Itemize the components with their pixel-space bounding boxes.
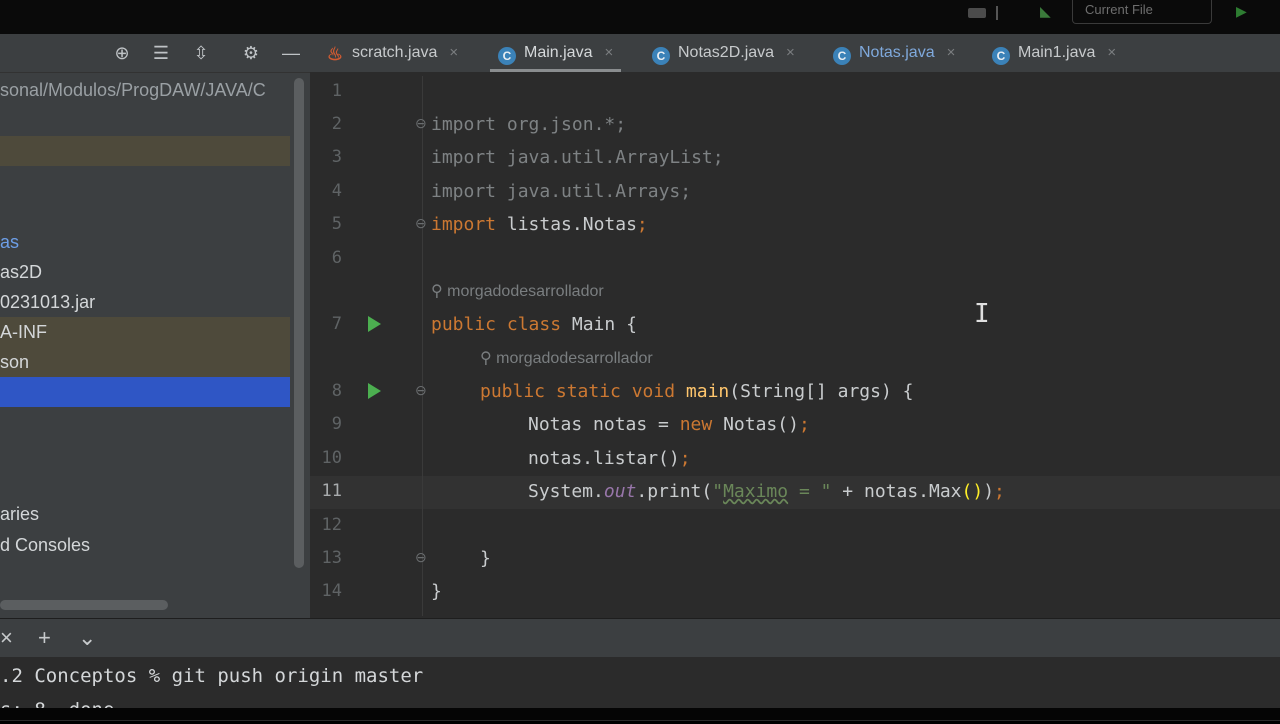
line-number: 4 (331, 181, 342, 201)
tree-item-libraries[interactable]: aries (0, 499, 290, 529)
code-line-3: import java.util.ArrayList; (431, 147, 724, 168)
run-configuration-select[interactable]: Current File (1072, 0, 1212, 24)
fold-icon[interactable]: ⊖ (415, 115, 427, 132)
line-number: 3 (331, 147, 342, 167)
class-icon: C (498, 47, 516, 65)
bottom-border (0, 708, 1280, 720)
code-line-5: import listas.Notas; (431, 214, 648, 235)
line-number: 7 (331, 314, 342, 334)
code-line-14: } (431, 581, 442, 602)
author-hint[interactable]: ⚲ morgadodesarrollador (431, 281, 604, 303)
close-icon[interactable]: × (947, 44, 956, 61)
close-icon[interactable]: × (604, 44, 613, 61)
line-number: 5 (331, 214, 342, 234)
tree-item-jar[interactable]: 0231013.jar (0, 287, 290, 317)
top-toolbar: ◣ Current File ▶ (0, 0, 1280, 34)
fold-icon[interactable]: ⊖ (415, 215, 427, 232)
tree-item-selected[interactable] (0, 377, 290, 407)
code-line-9: Notas notas = new Notas(); (528, 414, 810, 435)
tab-main[interactable]: C Main.java × (490, 34, 622, 72)
project-horizontal-scrollbar[interactable] (0, 600, 168, 610)
run-icon[interactable]: ▶ (1236, 4, 1250, 18)
code-line-2: import org.json.*; (431, 114, 627, 135)
close-tab-icon[interactable]: × (0, 624, 13, 652)
class-icon: C (652, 47, 670, 65)
line-number: 13 (321, 548, 342, 568)
project-root-path[interactable]: sonal/Modulos/ProgDAW/JAVA/C (0, 80, 295, 102)
line-number-current: 11 (321, 481, 342, 501)
tab-notas2d[interactable]: C Notas2D.java × (652, 34, 795, 72)
mouse-cursor-icon: I (974, 299, 990, 329)
device-icon[interactable] (968, 8, 986, 18)
tab-main1[interactable]: C Main1.java × (992, 34, 1116, 72)
chevron-down-icon[interactable]: ⌄ (78, 624, 96, 652)
person-icon: ⚲ (431, 283, 443, 300)
tree-item[interactable] (0, 136, 290, 166)
fold-icon[interactable]: ⊖ (415, 382, 427, 399)
close-icon[interactable]: × (786, 44, 795, 61)
tab-scratch[interactable]: ♨ scratch.java × (326, 34, 458, 72)
terminal-output-line: .2 Conceptos % git push origin master (0, 665, 424, 687)
project-vertical-scrollbar[interactable] (294, 78, 304, 568)
code-line-4: import java.util.Arrays; (431, 181, 692, 202)
tree-item-scratches[interactable]: d Consoles (0, 530, 290, 560)
new-terminal-icon[interactable]: + (38, 624, 51, 652)
close-icon[interactable]: × (1107, 44, 1116, 61)
class-icon: C (992, 47, 1010, 65)
line-number: 14 (321, 581, 342, 601)
code-line-11: System.out.print("Maximo = " + notas.Max… (528, 481, 1005, 502)
tree-item-meta-inf[interactable]: A-INF (0, 317, 290, 347)
person-icon: ⚲ (480, 350, 492, 367)
build-icon[interactable]: ◣ (1040, 4, 1054, 18)
author-hint[interactable]: ⚲ morgadodesarrollador (480, 348, 653, 370)
line-number: 10 (321, 448, 342, 468)
tree-item-notas2d[interactable]: as2D (0, 257, 290, 287)
run-main-icon[interactable] (368, 383, 381, 399)
class-icon: C (833, 47, 851, 65)
close-icon[interactable]: × (449, 44, 458, 61)
line-number: 2 (331, 114, 342, 134)
line-number: 9 (331, 414, 342, 434)
code-line-10: notas.listar(); (528, 448, 691, 469)
terminal-toolbar (0, 619, 1280, 657)
code-line-13: } (480, 548, 491, 569)
expand-all-icon[interactable]: ☰ (150, 42, 172, 64)
fold-icon[interactable]: ⊖ (415, 549, 427, 566)
line-number: 12 (321, 515, 342, 535)
separator-icon (996, 6, 1008, 20)
minimize-icon[interactable]: — (280, 42, 302, 64)
gear-icon[interactable]: ⚙ (240, 42, 262, 64)
tree-item-json[interactable]: son (0, 347, 290, 377)
gutter-separator (422, 76, 423, 616)
line-number: 8 (331, 381, 342, 401)
java-file-icon: ♨ (326, 44, 344, 64)
tree-item-notas[interactable]: as (0, 227, 290, 257)
crosshair-icon[interactable]: ⊕ (111, 42, 133, 64)
tab-notas[interactable]: C Notas.java × (833, 34, 955, 72)
line-number: 1 (331, 81, 342, 101)
line-number: 6 (331, 248, 342, 268)
collapse-all-icon[interactable]: ⇳ (190, 42, 212, 64)
code-line-8: public static void main(String[] args) { (480, 381, 914, 402)
run-class-icon[interactable] (368, 316, 381, 332)
code-line-7: public class Main { (431, 314, 637, 335)
